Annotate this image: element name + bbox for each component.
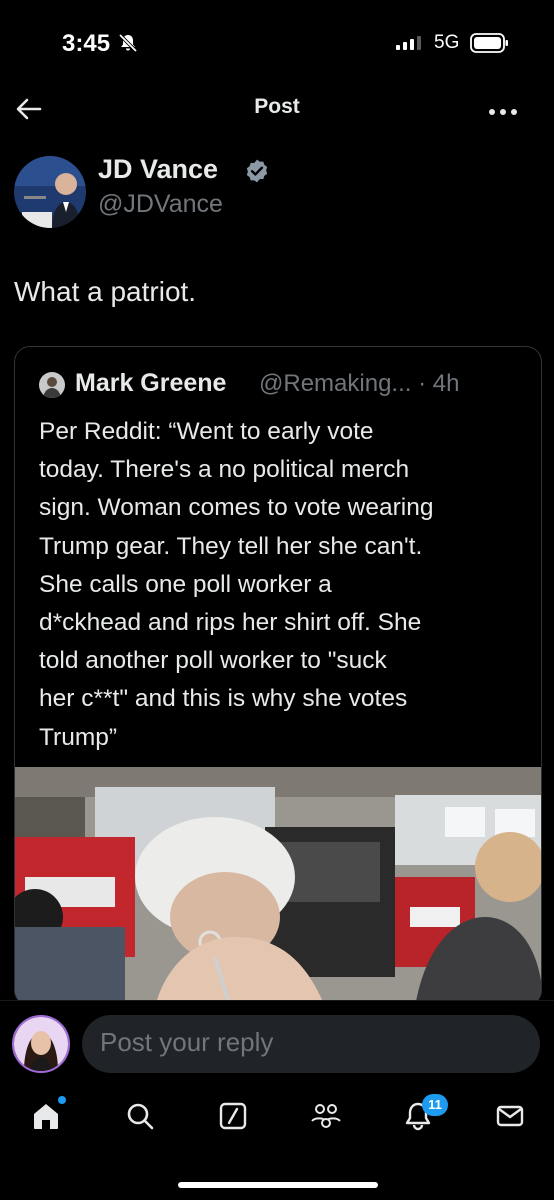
- notifications-count-badge: 11: [422, 1094, 448, 1116]
- reply-input[interactable]: [100, 1027, 520, 1058]
- quoted-post-photo[interactable]: [15, 767, 541, 1005]
- page-title: Post: [254, 95, 300, 118]
- battery-icon: [470, 32, 510, 59]
- post-author[interactable]: JD Vance @JDVance: [14, 152, 534, 232]
- quoted-author-handle: @Remaking... · 4h: [259, 370, 460, 397]
- tab-search[interactable]: [120, 1098, 160, 1138]
- tab-messages[interactable]: [490, 1098, 530, 1138]
- quoted-post-header: Mark Greene @Remaking... · 4h: [39, 367, 529, 401]
- home-indicator: [178, 1182, 378, 1188]
- mail-icon: [494, 1100, 526, 1137]
- post-text: What a patriot.: [14, 276, 197, 307]
- search-icon: [124, 1100, 156, 1137]
- quoted-author-avatar: [39, 372, 65, 398]
- quoted-line: today. There's a no political merch: [39, 456, 410, 484]
- quoted-line: Trump gear. They tell her she can't.: [39, 532, 423, 560]
- tab-communities[interactable]: [306, 1098, 346, 1138]
- tab-grok[interactable]: [213, 1098, 253, 1138]
- communities-icon: [309, 1100, 343, 1137]
- network-type: 5G: [434, 32, 460, 53]
- reply-input-container[interactable]: [82, 1015, 540, 1073]
- grok-icon: [217, 1100, 249, 1137]
- quoted-line: told another poll worker to "suck: [39, 647, 387, 675]
- tab-home[interactable]: [26, 1098, 66, 1138]
- cellular-signal-icon: [396, 36, 421, 50]
- quoted-line: She calls one poll worker a: [39, 570, 332, 598]
- author-name[interactable]: JD Vance: [98, 154, 218, 185]
- user-avatar[interactable]: [12, 1015, 70, 1073]
- quoted-time: 4h: [432, 370, 460, 397]
- silent-mode-icon: [118, 33, 138, 58]
- quoted-line: sign. Woman comes to vote wearing: [39, 494, 434, 522]
- quoted-author-name: Mark Greene: [75, 369, 227, 397]
- reply-bar: [0, 1000, 554, 1084]
- quoted-line: Per Reddit: “Went to early vote: [39, 418, 374, 445]
- quoted-line: her c**t" and this is why she votes: [39, 685, 408, 713]
- home-unread-dot: [58, 1096, 66, 1104]
- clock: 3:45: [62, 30, 111, 57]
- bottom-tab-bar: 11: [0, 1084, 554, 1200]
- quoted-line: Trump”: [39, 723, 118, 751]
- post-header: Post: [0, 88, 554, 138]
- quoted-post-text: Per Reddit: “Went to early vote today. T…: [39, 413, 529, 757]
- quoted-line: d*ckhead and rips her shirt off. She: [39, 609, 422, 637]
- quoted-post[interactable]: Mark Greene @Remaking... · 4h Per Reddit…: [14, 346, 542, 1006]
- more-options-icon[interactable]: [488, 103, 518, 121]
- author-avatar[interactable]: [14, 156, 86, 228]
- author-handle: @JDVance: [98, 190, 223, 218]
- status-bar: 3:45 5G: [0, 0, 554, 88]
- home-icon: [30, 1100, 62, 1137]
- verified-badge-icon: [244, 158, 270, 189]
- quoted-handle-text: @Remaking...: [259, 370, 412, 397]
